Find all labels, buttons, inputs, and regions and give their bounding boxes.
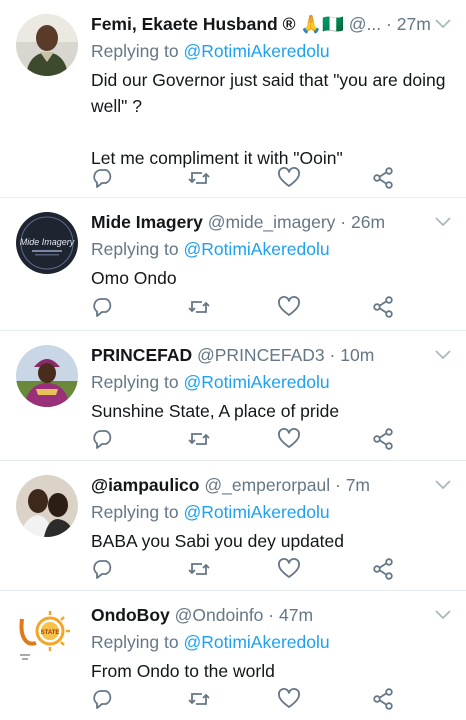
timestamp[interactable]: 26m [351,212,385,232]
tweet-actions [91,557,401,581]
reply-feed: Femi, Ekaete Husband ® 🙏🇳🇬 @... · 27m Re… [0,0,466,720]
share-icon[interactable] [371,166,395,190]
avatar[interactable] [16,345,78,407]
display-name[interactable]: Mide Imagery [91,212,203,232]
replying-to: Replying to @RotimiAkeredolu [91,237,450,261]
reply-icon[interactable] [91,687,115,711]
like-icon[interactable] [277,295,301,319]
retweet-icon[interactable] [187,427,211,451]
user-handle[interactable]: @... [349,14,381,34]
like-icon[interactable] [277,557,301,581]
tweet-text: Sunshine State, A place of pride [91,398,450,424]
share-icon[interactable] [371,687,395,711]
like-icon[interactable] [277,687,301,711]
replying-to-label: Replying to [91,41,179,61]
replying-to: Replying to @RotimiAkeredolu [91,39,450,63]
display-name[interactable]: @iampaulico [91,475,199,495]
display-name[interactable]: PRINCEFAD [91,345,192,365]
replying-to-label: Replying to [91,239,179,259]
avatar[interactable] [16,475,78,537]
user-handle[interactable]: @_emperorpaul [204,475,330,495]
avatar[interactable]: Mide Imagery [16,212,78,274]
separator-dot: · [334,475,341,495]
separator-dot: · [329,345,336,365]
mention-link[interactable]: @RotimiAkeredolu [183,41,329,61]
tweet-text-line: Did our Governor just said that "you are… [91,70,446,116]
mention-link[interactable]: @RotimiAkeredolu [183,632,329,652]
tweet-actions [91,166,401,190]
reply-icon[interactable] [91,557,115,581]
separator-dot: · [340,212,347,232]
reply-icon[interactable] [91,166,115,190]
replying-to-label: Replying to [91,632,179,652]
like-icon[interactable] [277,427,301,451]
timestamp[interactable]: 10m [340,345,374,365]
avatar-logo-text: Mide Imagery [20,237,75,247]
tweet-text-line: From Ondo to the world [91,661,275,681]
separator-dot: · [268,605,275,625]
retweet-icon[interactable] [187,687,211,711]
avatar[interactable]: STATE [16,605,78,667]
chevron-down-icon[interactable] [434,349,452,361]
chevron-down-icon[interactable] [434,609,452,621]
replying-to: Replying to @RotimiAkeredolu [91,630,450,654]
tweet[interactable]: Femi, Ekaete Husband ® 🙏🇳🇬 @... · 27m Re… [0,0,466,198]
tweet-text-line: Omo Ondo [91,268,177,288]
replying-to-label: Replying to [91,372,179,392]
mention-link[interactable]: @RotimiAkeredolu [183,502,329,522]
like-icon[interactable] [277,166,301,190]
mention-link[interactable]: @RotimiAkeredolu [183,239,329,259]
user-handle[interactable]: @PRINCEFAD3 [197,345,325,365]
tweet-actions [91,687,401,711]
timestamp[interactable]: 7m [346,475,370,495]
chevron-down-icon[interactable] [434,18,452,30]
tweet[interactable]: @iampaulico @_emperorpaul · 7m Replying … [0,461,466,591]
retweet-icon[interactable] [187,166,211,190]
tweet-text-line: BABA you Sabi you dey updated [91,531,344,551]
share-icon[interactable] [371,295,395,319]
tweet-actions [91,427,401,451]
display-name[interactable]: Femi, Ekaete Husband ® 🙏🇳🇬 [91,14,344,34]
tweet[interactable]: STATE OndoBoy @Ondoinfo · 47m Replying t… [0,591,466,720]
separator-dot: · [386,14,392,34]
share-icon[interactable] [371,557,395,581]
avatar[interactable] [16,14,78,76]
user-handle[interactable]: @Ondoinfo [175,605,264,625]
user-handle[interactable]: @mide_imagery [208,212,336,232]
timestamp[interactable]: 27m [397,14,431,34]
share-icon[interactable] [371,427,395,451]
reply-icon[interactable] [91,427,115,451]
tweet-text: From Ondo to the world [91,658,450,684]
tweet[interactable]: PRINCEFAD @PRINCEFAD3 · 10m Replying to … [0,331,466,461]
tweet-text: Omo Ondo [91,265,450,291]
tweet[interactable]: Mide Imagery Mide Imagery @mide_imagery … [0,198,466,331]
replying-to-label: Replying to [91,502,179,522]
tweet-actions [91,295,401,319]
tweet-text: BABA you Sabi you dey updated [91,528,450,554]
replying-to: Replying to @RotimiAkeredolu [91,500,450,524]
timestamp[interactable]: 47m [279,605,313,625]
mention-link[interactable]: @RotimiAkeredolu [183,372,329,392]
tweet-text: Did our Governor just said that "you are… [91,67,450,171]
tweet-text-line: Sunshine State, A place of pride [91,401,340,421]
chevron-down-icon[interactable] [434,479,452,491]
avatar-logo-text: STATE [41,630,60,636]
retweet-icon[interactable] [187,295,211,319]
display-name[interactable]: OndoBoy [91,605,170,625]
replying-to: Replying to @RotimiAkeredolu [91,370,450,394]
reply-icon[interactable] [91,295,115,319]
retweet-icon[interactable] [187,557,211,581]
chevron-down-icon[interactable] [434,216,452,228]
